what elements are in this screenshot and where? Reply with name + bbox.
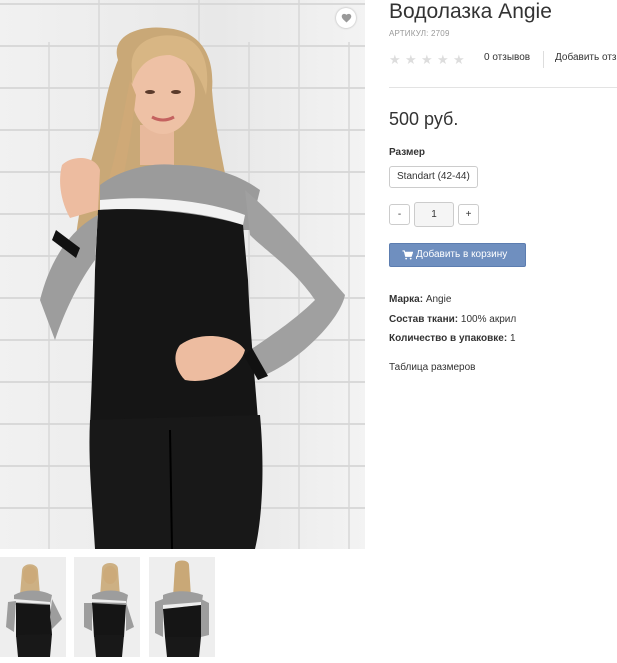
thumbnail-2[interactable] bbox=[74, 557, 140, 657]
product-info: Водолазка Angie АРТИКУЛ: 2709 ★ ★ ★ ★ ★ 0 от… bbox=[389, 0, 617, 373]
thumbnail-image bbox=[149, 557, 215, 657]
star-icon[interactable]: ★ bbox=[405, 52, 421, 68]
heart-icon bbox=[341, 13, 351, 23]
quantity-decrease-button[interactable]: - bbox=[389, 204, 410, 225]
quantity-input[interactable] bbox=[414, 202, 454, 227]
reviews-link[interactable]: 0 отзывов bbox=[484, 52, 530, 63]
property-name: Состав ткани: bbox=[389, 313, 459, 325]
star-icon[interactable]: ★ bbox=[453, 52, 469, 68]
product-sku: АРТИКУЛ: 2709 bbox=[389, 29, 450, 38]
thumbnail-image bbox=[74, 557, 140, 657]
size-label: Размер bbox=[389, 147, 426, 158]
property-name: Количество в упаковке: bbox=[389, 333, 508, 344]
property-name: Марка: bbox=[389, 294, 424, 305]
quantity-increase-button[interactable]: + bbox=[458, 204, 479, 225]
star-icon[interactable]: ★ bbox=[437, 52, 453, 68]
divider bbox=[543, 51, 544, 68]
thumbnail-3[interactable] bbox=[149, 557, 215, 657]
property-value: Angie bbox=[425, 294, 452, 305]
product-properties: Марка: Angie Состав ткани: 100% акрил Ко… bbox=[389, 290, 516, 349]
main-product-photo[interactable] bbox=[0, 0, 365, 549]
rating-row: ★ ★ ★ ★ ★ 0 отзывов Добавить отз bbox=[389, 51, 617, 69]
rating-stars[interactable]: ★ ★ ★ ★ ★ bbox=[389, 51, 469, 69]
star-icon[interactable]: ★ bbox=[389, 52, 405, 68]
add-to-cart-label: Добавить в корзину bbox=[416, 249, 508, 260]
property-row: Марка: Angie bbox=[389, 290, 516, 310]
size-table-link[interactable]: Таблица размеров bbox=[389, 362, 475, 373]
model-figure bbox=[40, 27, 345, 549]
property-value: 1 bbox=[509, 333, 516, 344]
thumbnail-1[interactable] bbox=[0, 557, 66, 657]
add-review-link[interactable]: Добавить отз bbox=[555, 52, 616, 63]
property-row: Состав ткани: 100% акрил bbox=[389, 310, 516, 330]
size-option-button[interactable]: Standart (42-44) bbox=[389, 166, 478, 188]
property-value: 100% акрил bbox=[460, 313, 517, 325]
cart-icon bbox=[402, 250, 414, 260]
favorite-button[interactable] bbox=[336, 8, 356, 28]
thumbnail-image bbox=[0, 557, 66, 657]
product-price: 500 руб. bbox=[389, 109, 459, 129]
property-row: Количество в упаковке: 1 bbox=[389, 329, 516, 349]
divider bbox=[389, 87, 617, 88]
add-to-cart-button[interactable]: Добавить в корзину bbox=[389, 243, 526, 267]
product-title: Водолазка Angie bbox=[389, 0, 552, 23]
star-icon[interactable]: ★ bbox=[421, 52, 437, 68]
